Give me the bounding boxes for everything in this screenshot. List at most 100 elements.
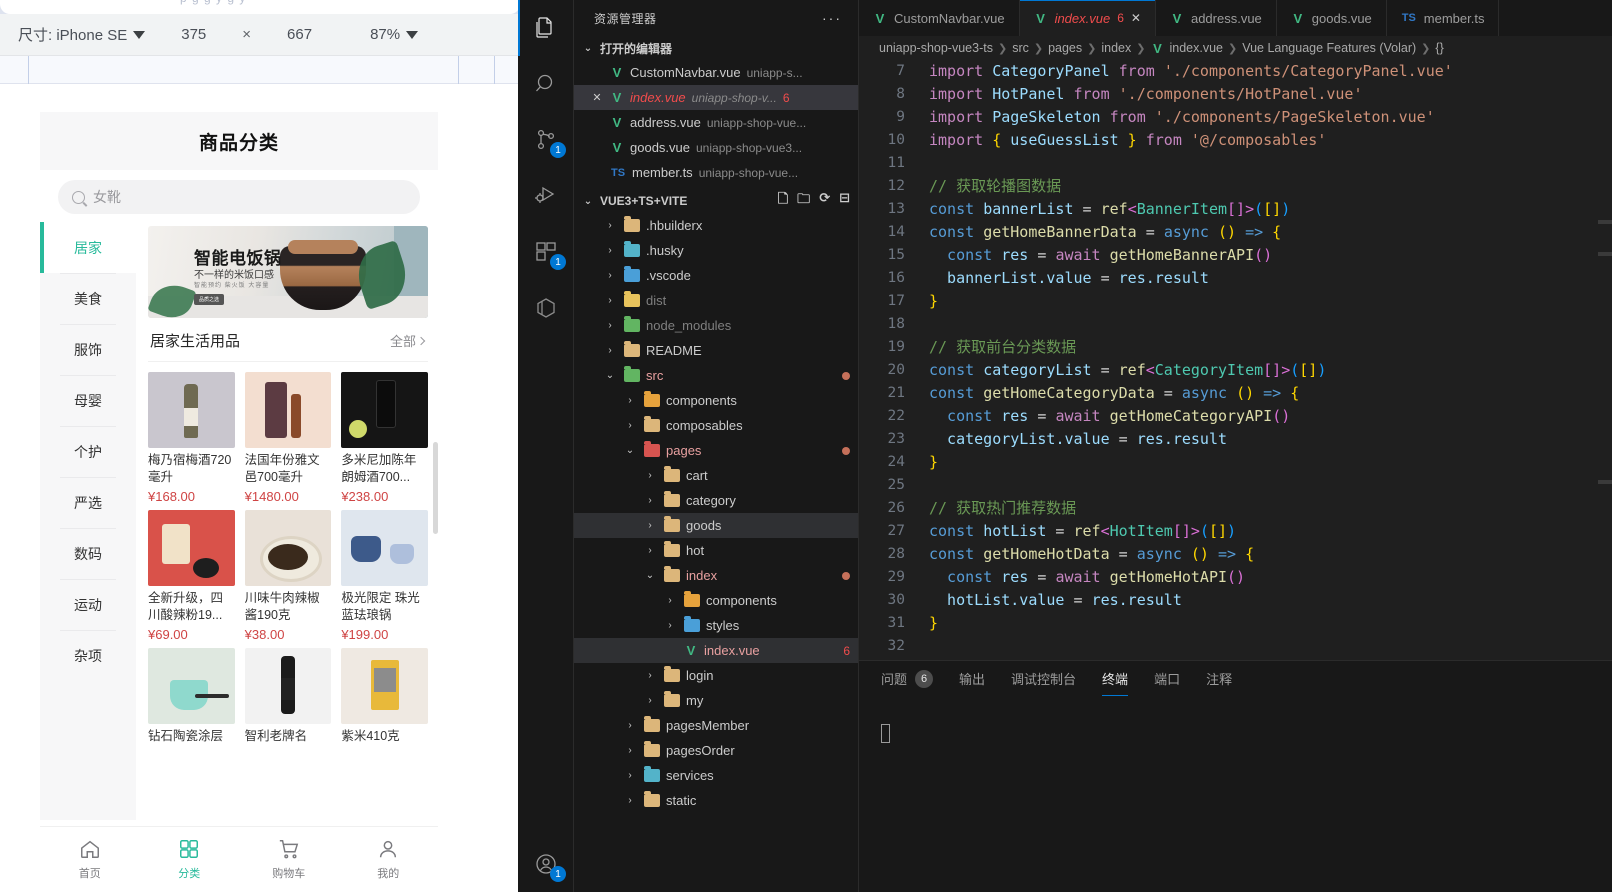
tree-item-static[interactable]: › static	[574, 788, 858, 813]
more-actions-icon[interactable]: ···	[822, 10, 842, 26]
product-card[interactable]: 全新升级，四川酸辣粉19... ¥69.00	[148, 510, 235, 642]
sidebar-item-杂项[interactable]: 杂项	[40, 630, 136, 681]
sidebar-item-运动[interactable]: 运动	[40, 579, 136, 630]
promo-banner[interactable]: 智能电饭锅 不一样的米饭口感 智能预约 柴火饭 大容量 品质之选	[148, 226, 428, 318]
new-folder-icon[interactable]: 🗀	[797, 190, 810, 212]
refresh-icon[interactable]: ⟳	[819, 190, 830, 212]
chevron-right-icon: ›	[648, 545, 652, 556]
project-header[interactable]: ⌄ VUE3+TS+VITE 🗋 🗀 ⟳ ⊟	[574, 189, 858, 213]
tree-item-.husky[interactable]: › .husky	[574, 238, 858, 263]
search-input[interactable]: 女靴	[58, 180, 420, 214]
editor-tab-address[interactable]: V address.vue	[1155, 0, 1277, 36]
breadcrumb-item[interactable]: src	[1012, 41, 1029, 55]
content-scrollbar[interactable]	[433, 442, 438, 534]
close-icon[interactable]: ✕	[590, 91, 604, 104]
activity-search[interactable]	[518, 56, 574, 112]
product-card[interactable]: 多米尼加陈年朗姆酒700... ¥238.00	[341, 372, 428, 504]
tree-item-hot[interactable]: › hot	[574, 538, 858, 563]
activity-bar: 1 1 1	[518, 0, 574, 892]
open-editor-item[interactable]: V goods.vue uniapp-shop-vue3...	[574, 135, 858, 160]
product-card[interactable]: 法国年份雅文邑700毫升 ¥1480.00	[244, 372, 332, 504]
breadcrumb-item[interactable]: Vue Language Features (Volar)	[1242, 41, 1416, 55]
sidebar-item-服饰[interactable]: 服饰	[40, 324, 136, 375]
panel-tab-debug-console[interactable]: 调试控制台	[1011, 661, 1076, 696]
breadcrumb-item[interactable]: uniapp-shop-vue3-ts	[879, 41, 993, 55]
sidebar-item-母婴[interactable]: 母婴	[40, 375, 136, 426]
sidebar-item-个护[interactable]: 个护	[40, 426, 136, 477]
tree-item-my[interactable]: › my	[574, 688, 858, 713]
tree-item-index.vue[interactable]: Vindex.vue 6	[574, 638, 858, 663]
new-file-icon[interactable]: 🗋	[778, 190, 788, 212]
editor-tab-index[interactable]: V index.vue 6 ✕	[1019, 0, 1156, 36]
activity-extensions[interactable]: 1	[518, 224, 574, 280]
tree-item-node_modules[interactable]: › node_modules	[574, 313, 858, 338]
editor-minimap-scrollbar[interactable]	[1598, 60, 1612, 660]
tabbar-item-home[interactable]: 首页	[40, 827, 140, 892]
tree-item-goods[interactable]: › goods	[574, 513, 858, 538]
tree-item-login[interactable]: › login	[574, 663, 858, 688]
open-editor-name: member.ts	[632, 165, 693, 180]
open-editor-item[interactable]: TS member.ts uniapp-shop-vue...	[574, 160, 858, 185]
breadcrumb-item[interactable]: pages	[1048, 41, 1082, 55]
tree-item-.vscode[interactable]: › .vscode	[574, 263, 858, 288]
product-card[interactable]: 智利老牌名	[244, 648, 332, 762]
device-zoom-selector[interactable]: 87%	[352, 26, 436, 43]
code-editor[interactable]: 7 import CategoryPanel from './components…	[859, 60, 1612, 660]
editor-tab-member[interactable]: TS member.ts	[1386, 0, 1500, 36]
panel-tab-terminal[interactable]: 终端	[1102, 661, 1129, 696]
tree-item-styles[interactable]: › styles	[574, 613, 858, 638]
product-card[interactable]: 梅乃宿梅酒720毫升 ¥168.00	[148, 372, 235, 504]
sidebar-item-居家[interactable]: 居家	[40, 222, 136, 273]
tabbar-item-category[interactable]: 分类	[140, 827, 240, 892]
section-more-link[interactable]: 全部	[390, 331, 426, 350]
tree-item-components[interactable]: › components	[574, 588, 858, 613]
panel-tab-ports[interactable]: 端口	[1154, 661, 1180, 696]
sidebar-item-数码[interactable]: 数码	[40, 528, 136, 579]
panel-tab-output[interactable]: 输出	[959, 661, 985, 696]
sidebar-item-美食[interactable]: 美食	[40, 273, 136, 324]
activity-run-debug[interactable]	[518, 168, 574, 224]
tree-item-pages[interactable]: ⌄ pages	[574, 438, 858, 463]
close-icon[interactable]: ✕	[1131, 11, 1141, 25]
tree-item-pagesOrder[interactable]: › pagesOrder	[574, 738, 858, 763]
device-width-input[interactable]: 375	[163, 26, 224, 43]
activity-explorer[interactable]	[518, 0, 574, 56]
product-card[interactable]: 钻石陶瓷涂层	[148, 648, 235, 762]
sidebar-item-严选[interactable]: 严选	[40, 477, 136, 528]
tree-item-pagesMember[interactable]: › pagesMember	[574, 713, 858, 738]
editor-tab-goods[interactable]: V goods.vue	[1276, 0, 1387, 36]
open-editor-item[interactable]: V CustomNavbar.vue uniapp-s...	[574, 60, 858, 85]
device-size-selector[interactable]: 尺寸: iPhone SE	[0, 24, 163, 45]
panel-tab-problems[interactable]: 问题 6	[881, 661, 934, 696]
breadcrumb-item[interactable]: index.vue	[1169, 41, 1223, 55]
product-card[interactable]: 川味牛肉辣椒酱190克 ¥38.00	[244, 510, 332, 642]
tree-item-index[interactable]: ⌄ index	[574, 563, 858, 588]
activity-source-control[interactable]: 1	[518, 112, 574, 168]
device-height-input[interactable]: 667	[269, 26, 330, 43]
breadcrumb-item[interactable]: index	[1101, 41, 1131, 55]
open-editors-header[interactable]: ⌄ 打开的编辑器	[574, 36, 858, 60]
tabbar-item-mine[interactable]: 我的	[339, 827, 439, 892]
tree-item-composables[interactable]: › composables	[574, 413, 858, 438]
tree-item-components[interactable]: › components	[574, 388, 858, 413]
panel-tab-comments[interactable]: 注释	[1206, 661, 1232, 696]
product-card[interactable]: 紫米410克	[341, 648, 428, 762]
open-editor-item[interactable]: V address.vue uniapp-shop-vue...	[574, 110, 858, 135]
tree-item-category[interactable]: › category	[574, 488, 858, 513]
tree-item-.hbuilderx[interactable]: › .hbuilderx	[574, 213, 858, 238]
tree-item-services[interactable]: › services	[574, 763, 858, 788]
collapse-all-icon[interactable]: ⊟	[839, 190, 850, 212]
tree-item-cart[interactable]: › cart	[574, 463, 858, 488]
activity-remote-explorer[interactable]	[518, 280, 574, 336]
terminal-body[interactable]	[859, 696, 1612, 892]
tree-item-dist[interactable]: › dist	[574, 288, 858, 313]
activity-account[interactable]: 1	[518, 836, 574, 892]
breadcrumb-item[interactable]: {}	[1435, 41, 1443, 55]
tree-item-src[interactable]: ⌄ src	[574, 363, 858, 388]
tree-item-README[interactable]: › README	[574, 338, 858, 363]
editor-tab-CustomNavbar[interactable]: V CustomNavbar.vue	[859, 0, 1020, 36]
product-card[interactable]: 极光限定 珠光蓝珐琅锅 ¥199.00	[341, 510, 428, 642]
open-editor-item[interactable]: ✕ V index.vue uniapp-shop-v... 6	[574, 85, 858, 110]
tabbar-item-cart[interactable]: 购物车	[239, 827, 339, 892]
browser-active-tab[interactable]	[0, 0, 518, 14]
